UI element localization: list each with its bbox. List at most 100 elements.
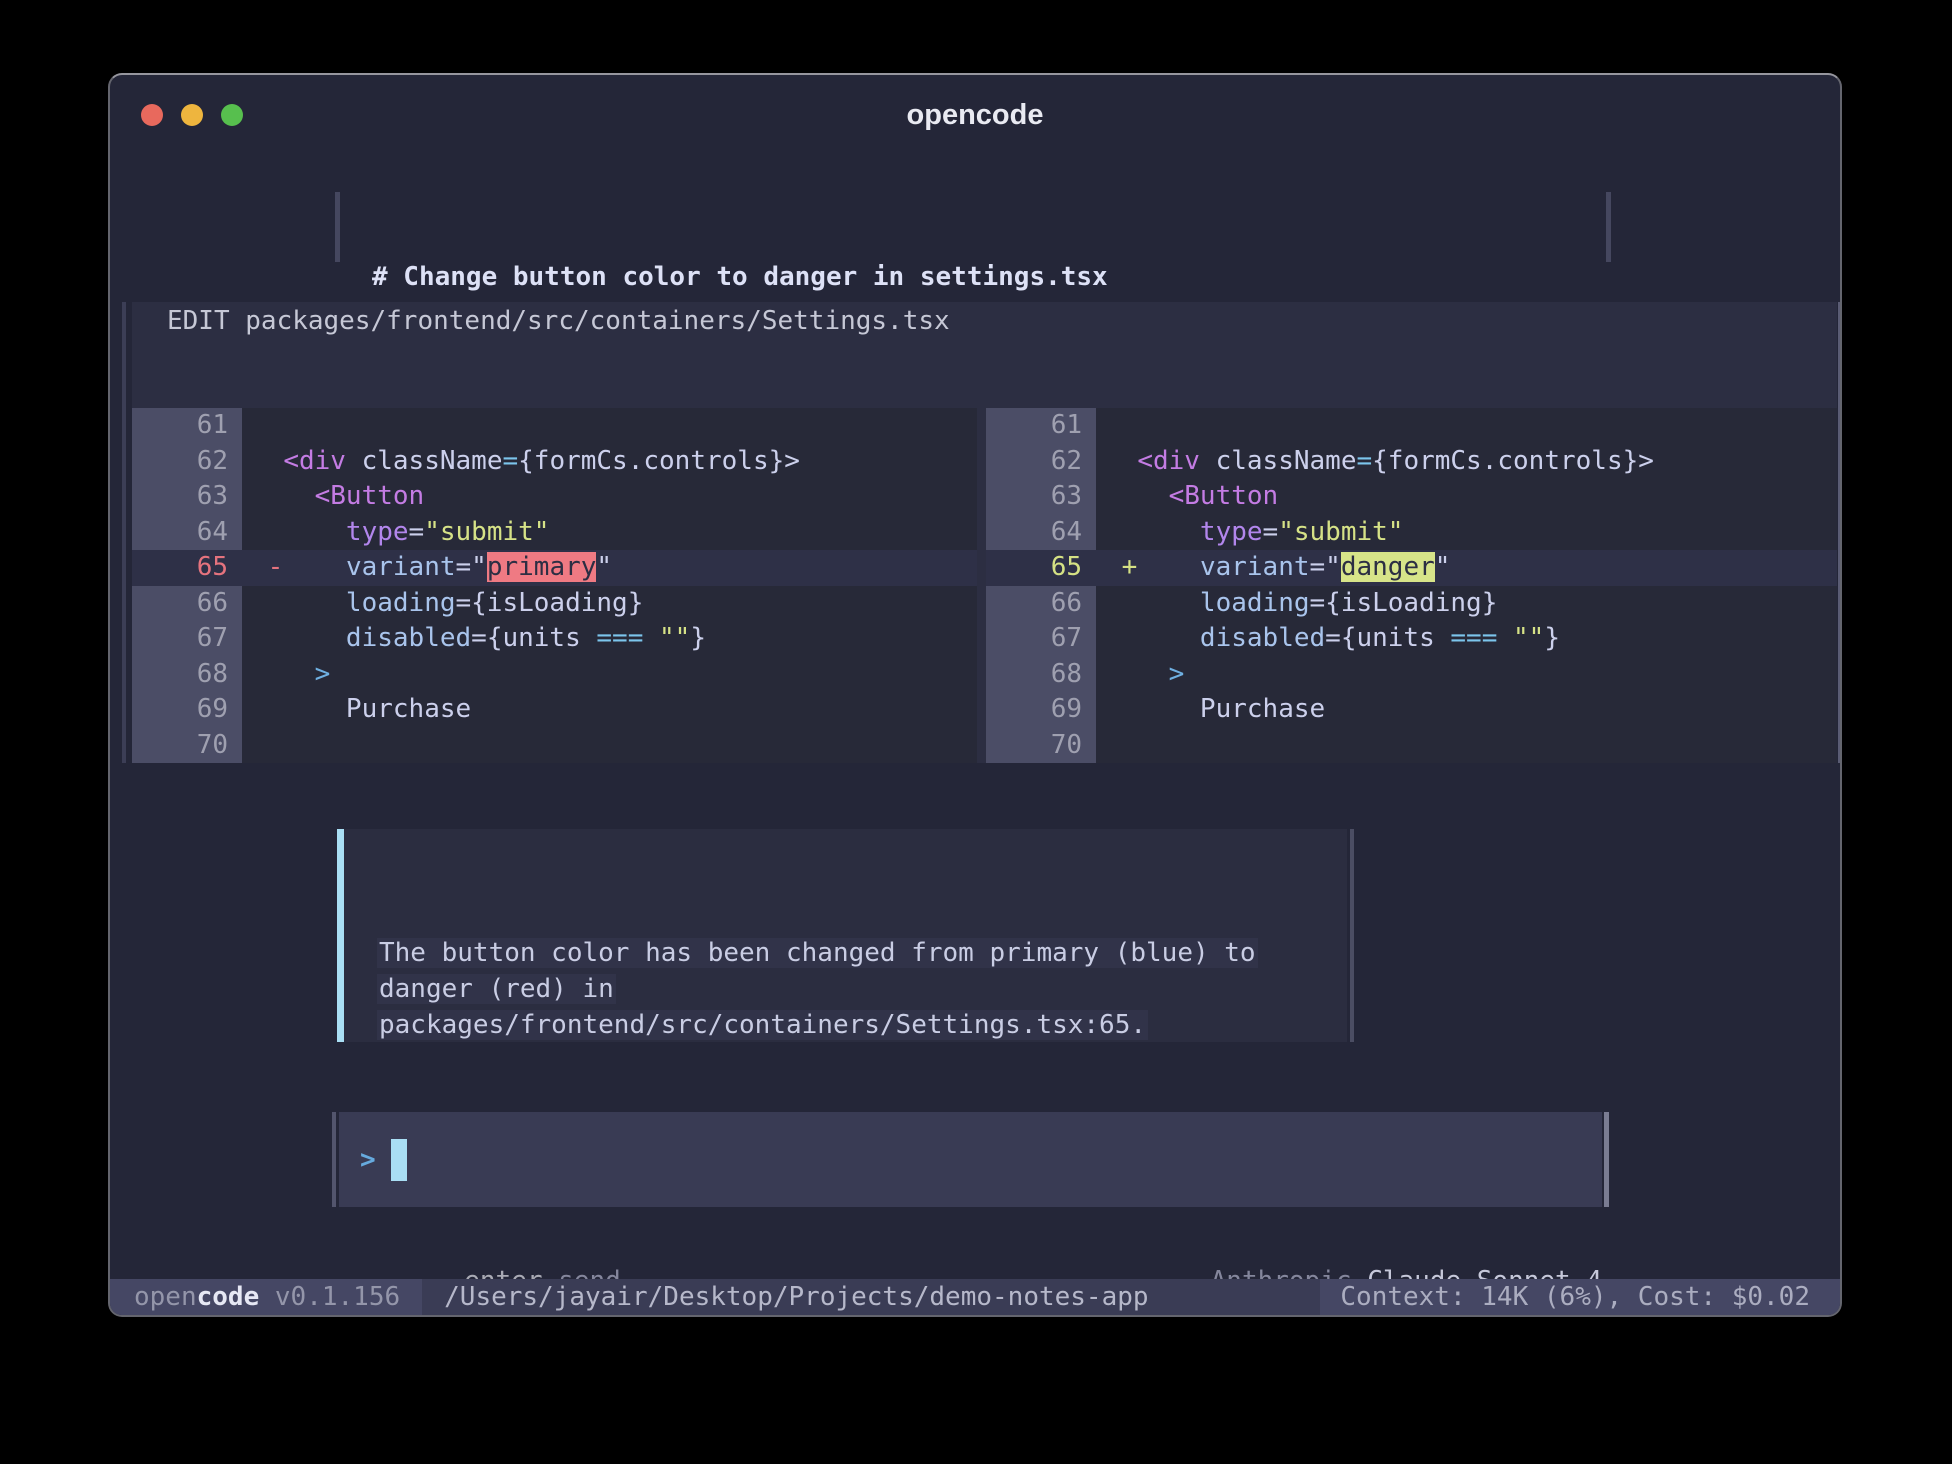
diff-line-number: 68 xyxy=(132,657,242,693)
diff-line-number: 61 xyxy=(986,408,1096,444)
desktop-background: opencode # Change button color to danger… xyxy=(0,0,1952,1464)
diff-line-number: 61 xyxy=(132,408,242,444)
diff-line-number: 62 xyxy=(132,444,242,480)
message-text-line: packages/frontend/src/containers/Setting… xyxy=(377,1010,1148,1040)
diff-code-line: + variant="danger" xyxy=(1096,550,1837,586)
diff-new-panel: 6162 <div className={formCs.controls}>63… xyxy=(986,408,1837,763)
app-version: v0.1.156 xyxy=(259,1279,400,1315)
assistant-message: The button color has been changed from p… xyxy=(337,829,1347,1042)
diff-code-line xyxy=(242,728,977,764)
diff-line-number: 69 xyxy=(132,692,242,728)
diff-line-number: 66 xyxy=(986,586,1096,622)
diff-code-line: Purchase xyxy=(242,692,977,728)
app-version-segment: opencode v0.1.156 xyxy=(110,1279,422,1315)
diff-row: 64 type="submit" xyxy=(986,515,1837,551)
input-left-border xyxy=(332,1112,336,1207)
diff-row: 65 + variant="danger" xyxy=(986,550,1837,586)
diff-code-line xyxy=(242,408,977,444)
diff-line-number: 64 xyxy=(132,515,242,551)
prompt-right-bar xyxy=(1606,192,1611,262)
diff-line-number: 63 xyxy=(986,479,1096,515)
diff-line-number: 69 xyxy=(986,692,1096,728)
window-titlebar: opencode xyxy=(110,75,1840,133)
diff-code-line xyxy=(1096,728,1837,764)
diff-line-number: 67 xyxy=(986,621,1096,657)
project-path: /Users/jayair/Desktop/Projects/demo-note… xyxy=(444,1279,1148,1315)
zoom-button[interactable] xyxy=(221,104,243,126)
diff-line-number: 67 xyxy=(132,621,242,657)
diff-code-line: <Button xyxy=(242,479,977,515)
diff-row: 62 <div className={formCs.controls}> xyxy=(132,444,977,480)
traffic-lights xyxy=(141,104,243,126)
diff-code-line: type="submit" xyxy=(1096,515,1837,551)
diff-code-line: type="submit" xyxy=(242,515,977,551)
app-name-code: code xyxy=(197,1279,260,1315)
text-cursor xyxy=(391,1139,407,1181)
diff-old-panel: 6162 <div className={formCs.controls}>63… xyxy=(132,408,977,763)
input-right-border xyxy=(1604,1112,1609,1207)
minimize-button[interactable] xyxy=(181,104,203,126)
diff-line-number: 64 xyxy=(986,515,1096,551)
message-text: The button color has been changed from p… xyxy=(377,935,1258,1043)
message-line: The button color has been changed from p… xyxy=(377,935,1258,971)
diff-row: 67 disabled={units === ""} xyxy=(132,621,977,657)
diff-view: 6162 <div className={formCs.controls}>63… xyxy=(132,408,1837,763)
opencode-window: opencode # Change button color to danger… xyxy=(108,73,1842,1317)
diff-line-number: 62 xyxy=(986,444,1096,480)
diff-line-number: 70 xyxy=(132,728,242,764)
diff-line-number: 63 xyxy=(132,479,242,515)
diff-code-line: - variant="primary" xyxy=(242,550,977,586)
diff-code-line: disabled={units === ""} xyxy=(1096,621,1837,657)
diff-row: 62 <div className={formCs.controls}> xyxy=(986,444,1837,480)
message-scrollbar xyxy=(1350,829,1354,1042)
edit-card: EDIT packages/frontend/src/containers/Se… xyxy=(132,302,1837,763)
diff-row: 61 xyxy=(132,408,977,444)
diff-row: 65 - variant="primary" xyxy=(132,550,977,586)
message-accent-bar xyxy=(337,829,344,1042)
diff-row: 66 loading={isLoading} xyxy=(132,586,977,622)
diff-code-line: loading={isLoading} xyxy=(1096,586,1837,622)
edit-card-left-border xyxy=(122,302,126,763)
message-text-line: The button color has been changed from p… xyxy=(377,938,1258,968)
input-prompt-char: > xyxy=(360,1145,376,1175)
diff-line-number: 70 xyxy=(986,728,1096,764)
prompt-input[interactable]: > xyxy=(339,1112,1602,1207)
diff-code-line: <div className={formCs.controls}> xyxy=(1096,444,1837,480)
window-title: opencode xyxy=(110,75,1840,132)
diff-row: 70 xyxy=(986,728,1837,764)
diff-row: 63 <Button xyxy=(986,479,1837,515)
user-prompt: # Change button color to danger in setti… xyxy=(335,192,1611,262)
diff-row: 64 type="submit" xyxy=(132,515,977,551)
message-line: packages/frontend/src/containers/Setting… xyxy=(377,1007,1258,1043)
diff-line-number: 65 xyxy=(986,550,1096,586)
diff-row: 67 disabled={units === ""} xyxy=(986,621,1837,657)
diff-code-line: > xyxy=(242,657,977,693)
diff-line-number: 65 xyxy=(132,550,242,586)
diff-code-line: <Button xyxy=(1096,479,1837,515)
diff-code-line: <div className={formCs.controls}> xyxy=(242,444,977,480)
prompt-title: # Change button color to danger in setti… xyxy=(372,260,1108,294)
diff-row: 68 > xyxy=(132,657,977,693)
message-text-line: danger (red) in xyxy=(377,974,616,1004)
diff-code-line: loading={isLoading} xyxy=(242,586,977,622)
diff-line-number: 66 xyxy=(132,586,242,622)
diff-line-number: 68 xyxy=(986,657,1096,693)
diff-row: 70 xyxy=(132,728,977,764)
diff-row: 61 xyxy=(986,408,1837,444)
context-stats: Context: 14K (6%), Cost: $0.02 xyxy=(1320,1279,1840,1315)
app-name-open: open xyxy=(134,1279,197,1315)
diff-code-line: > xyxy=(1096,657,1837,693)
edit-header: EDIT packages/frontend/src/containers/Se… xyxy=(132,302,1837,338)
diff-row: 63 <Button xyxy=(132,479,977,515)
close-button[interactable] xyxy=(141,104,163,126)
diff-row: 69 Purchase xyxy=(132,692,977,728)
edit-card-scrollbar xyxy=(1838,302,1842,763)
diff-row: 68 > xyxy=(986,657,1837,693)
diff-code-line xyxy=(1096,408,1837,444)
status-bar: opencode v0.1.156 /Users/jayair/Desktop/… xyxy=(110,1279,1840,1315)
diff-row: 69 Purchase xyxy=(986,692,1837,728)
diff-code-line: disabled={units === ""} xyxy=(242,621,977,657)
diff-code-line: Purchase xyxy=(1096,692,1837,728)
message-line: danger (red) in xyxy=(377,971,1258,1007)
diff-row: 66 loading={isLoading} xyxy=(986,586,1837,622)
